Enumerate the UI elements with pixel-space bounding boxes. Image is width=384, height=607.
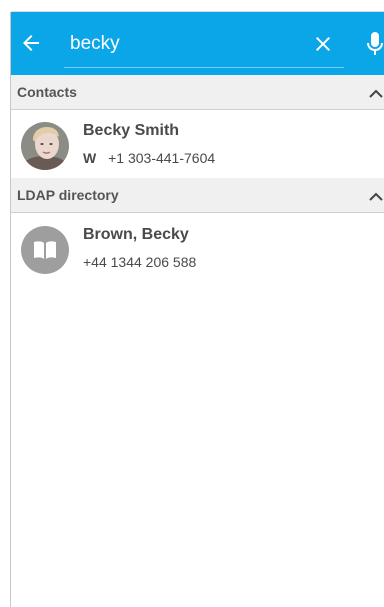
book-icon — [34, 241, 56, 259]
contact-result-row[interactable]: Becky Smith W +1 303-441-7604 — [11, 112, 384, 178]
avatar — [21, 122, 69, 170]
phone-type-label: W — [83, 150, 97, 166]
contact-name: Becky Smith — [83, 122, 180, 139]
ldap-result-row[interactable]: Brown, Becky +44 1344 206 588 — [11, 216, 384, 282]
chevron-up-icon — [369, 89, 383, 98]
avatar — [21, 226, 69, 274]
voice-search-button[interactable] — [363, 30, 384, 58]
chevron-up-icon — [369, 192, 383, 201]
collapse-contacts-button[interactable] — [368, 86, 384, 100]
clear-search-button[interactable] — [311, 32, 335, 56]
contact-phone-line: W +1 303-441-7604 — [83, 150, 215, 166]
section-title: Contacts — [17, 84, 77, 100]
section-header-ldap[interactable]: LDAP directory — [11, 178, 384, 213]
section-title: LDAP directory — [17, 187, 119, 203]
arrow-left-icon — [23, 35, 39, 51]
section-header-contacts[interactable]: Contacts — [11, 75, 384, 110]
collapse-ldap-button[interactable] — [368, 189, 384, 203]
search-input[interactable] — [64, 25, 344, 63]
search-app-bar — [11, 12, 384, 75]
phone-number: +44 1344 206 588 — [83, 254, 197, 270]
ldap-entry-name: Brown, Becky — [83, 226, 189, 243]
close-icon — [316, 37, 330, 51]
ldap-phone-line: +44 1344 206 588 — [83, 254, 196, 270]
search-underline — [64, 67, 344, 68]
search-screen: Contacts Becky Smith W +1 303-441-7604 — [11, 12, 384, 607]
microphone-icon — [367, 32, 383, 55]
back-button[interactable] — [19, 31, 43, 55]
contact-photo — [21, 122, 69, 170]
phone-number: +1 303-441-7604 — [108, 150, 216, 166]
